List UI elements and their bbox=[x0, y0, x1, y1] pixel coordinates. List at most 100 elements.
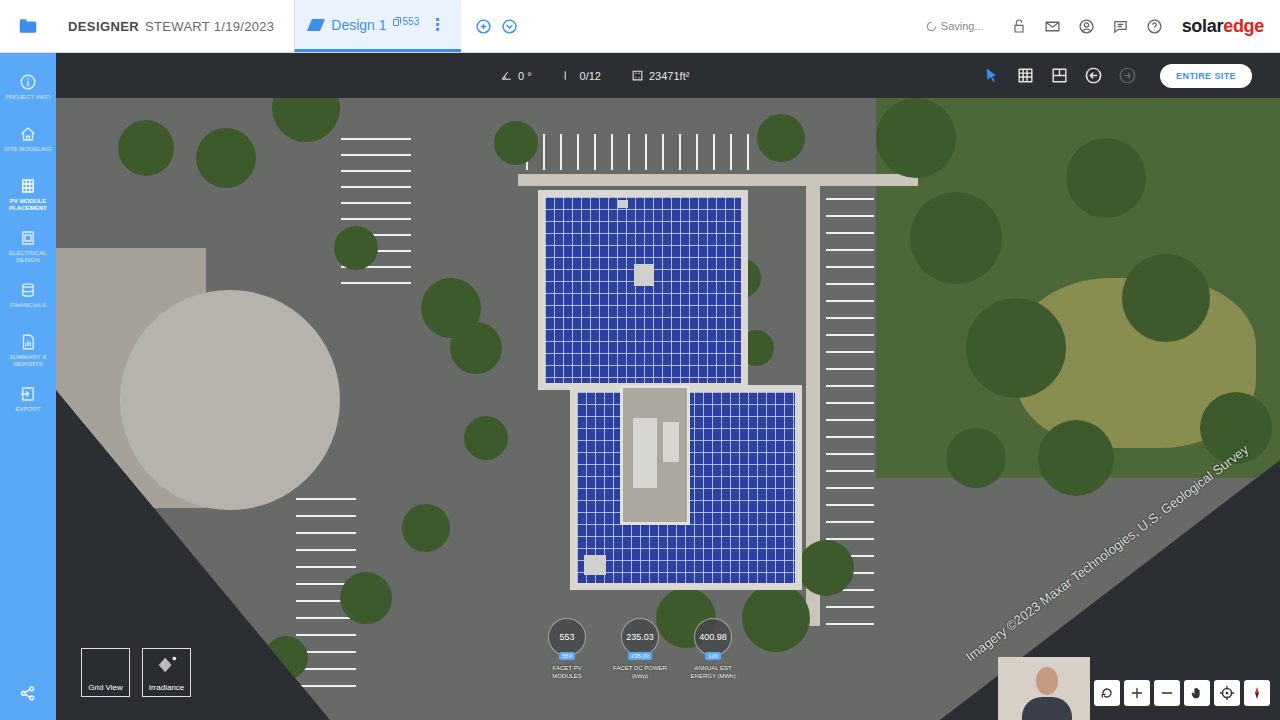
map-canvas[interactable]: Imagery ©2023 Maxar Technologies, U.S. G… bbox=[56, 98, 1280, 720]
stat-badge: 235.03 bbox=[628, 652, 652, 660]
tool-group bbox=[980, 65, 1138, 87]
stat-value: 235.03 bbox=[621, 618, 659, 656]
lock-button[interactable] bbox=[1002, 18, 1036, 34]
lock-icon bbox=[1011, 18, 1027, 34]
map-control-icon bbox=[1159, 685, 1175, 701]
stat-value: 400.98 bbox=[694, 618, 732, 656]
undo-tool[interactable] bbox=[1082, 65, 1104, 87]
logo-main: solar bbox=[1182, 16, 1224, 36]
map-control-button[interactable] bbox=[1244, 680, 1270, 706]
map-tree bbox=[450, 322, 502, 374]
building-roof bbox=[538, 190, 748, 390]
map-tree bbox=[798, 540, 854, 596]
panel-icon bbox=[1050, 66, 1069, 85]
map-tree bbox=[340, 572, 392, 624]
view-toggle[interactable]: Grid View bbox=[81, 648, 130, 697]
irradiance-icon bbox=[156, 654, 178, 676]
roof-courtyard bbox=[620, 385, 690, 525]
pv-module-array[interactable] bbox=[545, 197, 741, 383]
map-tree bbox=[1122, 254, 1210, 342]
facet-stats: 553 553 FACET PV MODULES235.03 235.03 FA… bbox=[537, 618, 743, 681]
account-button[interactable] bbox=[1070, 18, 1104, 35]
sidebar-item-icon bbox=[19, 229, 37, 247]
design-list-button[interactable] bbox=[497, 18, 521, 35]
readout-value: 23471ft² bbox=[649, 70, 689, 82]
map-control-button[interactable] bbox=[1154, 680, 1180, 706]
map-tree bbox=[876, 98, 956, 178]
sidebar-item[interactable]: PV MODULE PLACEMENT bbox=[0, 173, 56, 219]
sidebar-item[interactable]: ELECTRICAL DESIGN bbox=[0, 225, 56, 271]
sidebar-item-label: EXPORT bbox=[15, 406, 40, 413]
map-control-button[interactable] bbox=[1214, 680, 1240, 706]
solaredge-logo: solaredge bbox=[1182, 16, 1264, 37]
view-toggle[interactable]: Irradiance bbox=[142, 648, 191, 697]
readout-icon bbox=[500, 69, 513, 82]
sidebar-item[interactable]: SITE MODELING bbox=[0, 121, 56, 167]
folder-button[interactable] bbox=[0, 18, 56, 34]
hvac-unit bbox=[663, 422, 679, 462]
map-control-icon bbox=[1129, 685, 1145, 701]
select-tool[interactable] bbox=[980, 65, 1002, 87]
stat-value: 553 bbox=[548, 618, 586, 656]
sidebar-item-label: PROJECT INFO bbox=[5, 94, 50, 101]
map-control-icon bbox=[1099, 685, 1115, 701]
map-control-button[interactable] bbox=[1124, 680, 1150, 706]
tab-menu-button[interactable]: ⋮ bbox=[425, 15, 449, 34]
stat: 400.98 120 ANNUAL EST ENERGY (MWh) bbox=[683, 618, 743, 681]
map-controls bbox=[1094, 680, 1270, 706]
view-toggle-label: Irradiance bbox=[149, 683, 185, 692]
panel-tool[interactable] bbox=[1048, 65, 1070, 87]
copy-icon bbox=[393, 17, 401, 26]
map-parking bbox=[526, 134, 756, 170]
map-control-button[interactable] bbox=[1094, 680, 1120, 706]
map-tree bbox=[272, 98, 340, 142]
entire-site-button[interactable]: ENTIRE SITE bbox=[1160, 64, 1252, 88]
map-tree bbox=[966, 298, 1066, 398]
roof-obstruction bbox=[584, 555, 606, 575]
readout-icon bbox=[562, 69, 575, 82]
user-icon bbox=[1078, 18, 1095, 35]
map-plaza bbox=[120, 290, 340, 510]
sidebar-item-label: ELECTRICAL DESIGN bbox=[2, 250, 54, 264]
view-toggle-label: Grid View bbox=[88, 683, 123, 692]
map-tree bbox=[1038, 420, 1114, 496]
aerial-imagery bbox=[56, 98, 1280, 720]
stat-label: FACET PV MODULES bbox=[537, 664, 597, 681]
readout: 0 ° bbox=[500, 69, 532, 82]
map-tree bbox=[402, 504, 450, 552]
mail-button[interactable] bbox=[1036, 18, 1070, 35]
help-button[interactable] bbox=[1138, 18, 1172, 35]
stat-label: ANNUAL EST ENERGY (MWh) bbox=[683, 664, 743, 681]
sidebar-item-icon bbox=[19, 177, 37, 195]
workspace: PROJECT INFO SITE MODELING PV MODULE PLA… bbox=[0, 53, 1280, 720]
module-grid-tool[interactable] bbox=[1014, 65, 1036, 87]
redo-tool[interactable] bbox=[1116, 65, 1138, 87]
spinner-icon bbox=[926, 21, 937, 32]
top-bar: DESIGNER STEWART 1/19/2023 Design 1 553 … bbox=[0, 0, 1280, 53]
main-area: 0 ° 0/12 23471ft² ENTIRE SITE Imagery ©2… bbox=[56, 53, 1280, 720]
mail-icon bbox=[1044, 18, 1061, 35]
redo-icon bbox=[1118, 66, 1137, 85]
add-design-button[interactable] bbox=[471, 18, 495, 35]
sidebar-item[interactable]: EXPORT bbox=[0, 381, 56, 427]
sidebar-item-icon bbox=[19, 73, 37, 91]
map-tree bbox=[1066, 138, 1146, 218]
project-name: STEWART 1/19/2023 bbox=[145, 19, 274, 34]
stat-label: FACET DC POWER (kWp) bbox=[610, 664, 670, 681]
sidebar-item[interactable]: PROJECT INFO bbox=[0, 69, 56, 115]
roof-readouts: 0 ° 0/12 23471ft² bbox=[500, 69, 689, 82]
select-icon bbox=[982, 66, 1001, 85]
map-tree bbox=[494, 121, 538, 165]
map-sidewalk bbox=[518, 174, 918, 186]
design-tab[interactable]: Design 1 553 ⋮ bbox=[294, 0, 461, 52]
project-title: DESIGNER STEWART 1/19/2023 bbox=[56, 19, 274, 34]
readout-value: 0/12 bbox=[580, 70, 601, 82]
webcam-video bbox=[998, 657, 1090, 720]
folder-icon bbox=[19, 18, 37, 34]
share-button[interactable] bbox=[0, 670, 56, 720]
sidebar-item[interactable]: FINANCIALS bbox=[0, 277, 56, 323]
sidebar-item-icon bbox=[19, 125, 37, 143]
chat-button[interactable] bbox=[1104, 18, 1138, 35]
map-control-button[interactable] bbox=[1184, 680, 1210, 706]
sidebar-item[interactable]: SUMMARY & REPORTS bbox=[0, 329, 56, 375]
